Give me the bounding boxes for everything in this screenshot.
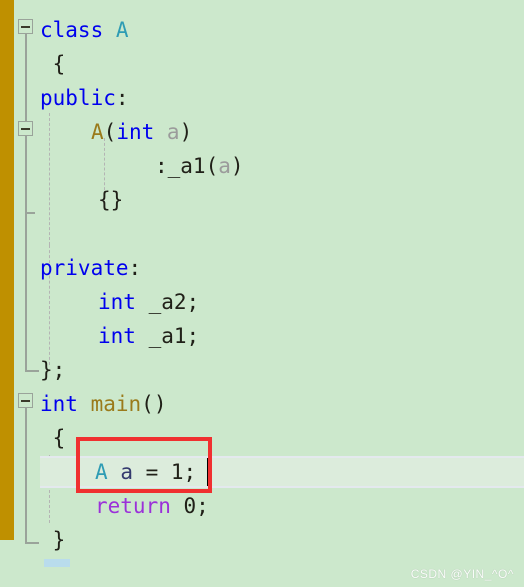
code-token: A (91, 120, 104, 144)
code-token: a (120, 460, 133, 484)
code-token: { (40, 52, 66, 76)
code-token: _a1; (135, 324, 200, 348)
code-line-15: return 0; (95, 489, 209, 523)
code-token: int (98, 290, 136, 314)
code-token: { (40, 426, 66, 450)
code-token: main (90, 392, 142, 416)
code-line-9: int _a2; (98, 285, 199, 319)
code-token: :_a1 (155, 154, 206, 178)
code-token: : (115, 86, 129, 110)
code-token: a (218, 154, 231, 178)
code-token: ( (205, 154, 219, 178)
code-token: public (40, 86, 116, 110)
code-token: A (95, 460, 108, 484)
code-token: : (128, 256, 142, 280)
code-token: int (98, 324, 136, 348)
code-line-11: }; (40, 353, 65, 387)
code-token: int (40, 392, 78, 416)
code-line-8: private: (40, 251, 141, 285)
code-token: {} (98, 188, 124, 212)
code-line-4: A(int a) (91, 115, 192, 149)
watermark: CSDN @YIN_^O^ (410, 567, 514, 581)
code-line-2: { (40, 47, 66, 81)
code-token: int (116, 120, 155, 144)
code-token: return (95, 494, 171, 518)
code-editor[interactable]: class A { public: A(int a) :_a1(a) {} pr… (0, 0, 524, 587)
code-token: private (40, 256, 129, 280)
bottom-blue-marker (44, 559, 70, 567)
text-caret (207, 458, 209, 486)
code-line-12: int main() (40, 387, 166, 421)
code-token: ) (179, 120, 193, 144)
code-line-14: A a = 1; (95, 455, 196, 489)
code-line-13: { (40, 421, 66, 455)
code-line-16: } (40, 523, 66, 557)
code-line-6: {} (98, 183, 123, 217)
code-token: class (40, 18, 104, 42)
code-token: }; (40, 358, 66, 382)
code-line-5: :_a1(a) (155, 149, 244, 183)
code-token: } (40, 528, 66, 552)
code-line-10: int _a1; (98, 319, 199, 353)
code-token: ) (230, 154, 244, 178)
code-token: = 1; (132, 460, 197, 484)
code-token: ( (103, 120, 117, 144)
code-token: 0; (170, 494, 209, 518)
code-line-3: public: (40, 81, 129, 115)
code-token: A (115, 18, 129, 42)
code-token: a (166, 120, 180, 144)
code-text-layer: class A { public: A(int a) :_a1(a) {} pr… (0, 0, 524, 587)
code-token: () (141, 392, 167, 416)
code-token: _a2; (135, 290, 200, 314)
code-line-1: class A (40, 13, 129, 47)
